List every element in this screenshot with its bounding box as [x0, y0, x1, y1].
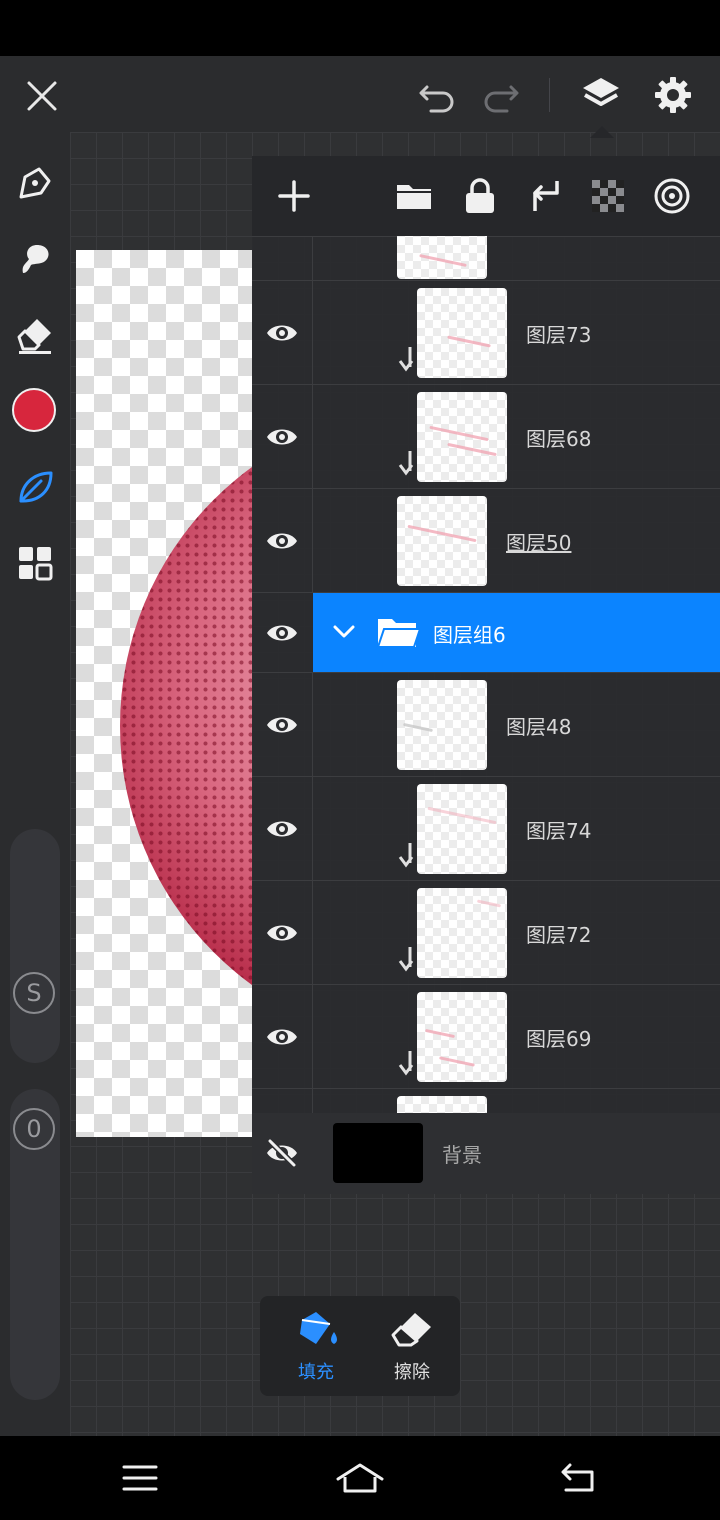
status-bar: [0, 0, 720, 56]
fill-label: 填充: [298, 1362, 334, 1383]
smudge-icon[interactable]: [12, 236, 58, 282]
eraser-icon[interactable]: [12, 312, 58, 358]
eye-icon[interactable]: [262, 417, 302, 457]
clip-arrow-icon: [396, 345, 416, 379]
layer-thumbnail: [397, 236, 487, 279]
top-bar: [0, 56, 720, 138]
layer-name: 图层68: [526, 427, 592, 451]
layer-name: 图层72: [526, 923, 592, 947]
layer-row[interactable]: 图层69: [252, 985, 720, 1089]
menu-icon[interactable]: [118, 1458, 162, 1498]
clip-arrow-icon: [396, 449, 416, 483]
layers-list[interactable]: 图层73 图层68 图层50 图层组6 图层48 图层74 图层72 图层69: [252, 236, 720, 1113]
size-button[interactable]: S: [13, 972, 55, 1014]
layer-name: 图层74: [526, 819, 592, 843]
layer-name: 图层50: [506, 531, 572, 555]
app-window: S 0 图层73 图层68 图层50 图层组6 图层48 图层74 图层72 图…: [0, 56, 720, 1436]
erase-tool-button[interactable]: 擦除: [364, 1296, 460, 1396]
layer-name: 图层69: [526, 1027, 592, 1051]
eye-icon[interactable]: [262, 313, 302, 353]
eye-icon[interactable]: [262, 913, 302, 953]
eye-icon[interactable]: [262, 521, 302, 561]
layer-row[interactable]: 图层48: [252, 673, 720, 777]
back-icon[interactable]: [556, 1458, 600, 1498]
folder-icon[interactable]: [392, 174, 436, 218]
system-nav-bar: [0, 1436, 720, 1520]
lock-icon[interactable]: [458, 174, 502, 218]
toolbar-divider: [549, 78, 550, 112]
layer-name: 图层73: [526, 323, 592, 347]
layer-thumbnail: [417, 784, 507, 874]
layers-toolbar: [252, 156, 720, 237]
target-icon[interactable]: [650, 174, 694, 218]
clip-arrow-icon: [396, 841, 416, 875]
add-icon[interactable]: [272, 174, 316, 218]
layer-group-row[interactable]: 图层组6: [252, 593, 720, 673]
background-label: 背景: [442, 1143, 482, 1167]
paint-bucket-icon: [294, 1306, 340, 1352]
eye-icon[interactable]: [262, 613, 302, 653]
layer-row[interactable]: 图层74: [252, 777, 720, 881]
layer-thumbnail: [417, 888, 507, 978]
gear-icon[interactable]: [650, 72, 696, 118]
folder-icon: [375, 613, 421, 653]
eye-off-icon[interactable]: [262, 1133, 302, 1173]
clip-icon[interactable]: [522, 174, 566, 218]
layer-row[interactable]: 图层50: [252, 489, 720, 593]
layer-name: 图层48: [506, 715, 572, 739]
erase-label: 擦除: [394, 1362, 430, 1383]
panel-pointer: [590, 126, 614, 138]
pen-icon[interactable]: [12, 160, 58, 206]
layer-thumbnail: [417, 992, 507, 1082]
clip-arrow-icon: [396, 1049, 416, 1083]
layer-row[interactable]: 图层68: [252, 385, 720, 489]
layer-thumbnail: [397, 496, 487, 586]
layers-icon[interactable]: [578, 72, 624, 118]
eye-icon[interactable]: [262, 809, 302, 849]
artwork: [120, 406, 252, 1046]
chevron-down-icon[interactable]: [329, 617, 359, 647]
eye-icon[interactable]: [262, 1017, 302, 1057]
brush-size-slider[interactable]: [10, 829, 60, 1063]
group-name: 图层组6: [433, 623, 506, 647]
leaf-icon[interactable]: [12, 464, 58, 510]
layer-thumbnail: [397, 1096, 487, 1113]
layer-thumbnail: [417, 392, 507, 482]
background-thumbnail: [333, 1123, 423, 1183]
background-layer-row[interactable]: 背景: [252, 1113, 720, 1194]
transparency-icon[interactable]: [586, 174, 630, 218]
undo-icon[interactable]: [414, 74, 460, 118]
clip-arrow-icon: [396, 945, 416, 979]
eye-icon[interactable]: [262, 705, 302, 745]
fill-erase-palette: 填充 擦除: [260, 1296, 460, 1396]
layer-row[interactable]: 图层73: [252, 281, 720, 385]
artboard[interactable]: [76, 250, 252, 1137]
tool-sidebar: S 0: [0, 132, 70, 1436]
layer-row-partial[interactable]: [252, 236, 720, 281]
layer-thumbnail: [417, 288, 507, 378]
layer-row[interactable]: 图层72: [252, 881, 720, 985]
layer-thumbnail: [397, 680, 487, 770]
close-icon[interactable]: [20, 74, 64, 118]
opacity-button[interactable]: 0: [13, 1108, 55, 1150]
selected-group[interactable]: 图层组6: [313, 593, 720, 672]
color-icon[interactable]: [12, 388, 56, 432]
redo-icon[interactable]: [478, 74, 524, 118]
layers-panel: 图层73 图层68 图层50 图层组6 图层48 图层74 图层72 图层69 …: [252, 156, 720, 1194]
fill-tool-button[interactable]: 填充: [268, 1296, 364, 1396]
layer-row-partial[interactable]: [252, 1089, 720, 1113]
home-icon[interactable]: [334, 1456, 386, 1500]
eraser-icon: [388, 1306, 434, 1352]
grid-icon[interactable]: [12, 540, 58, 586]
